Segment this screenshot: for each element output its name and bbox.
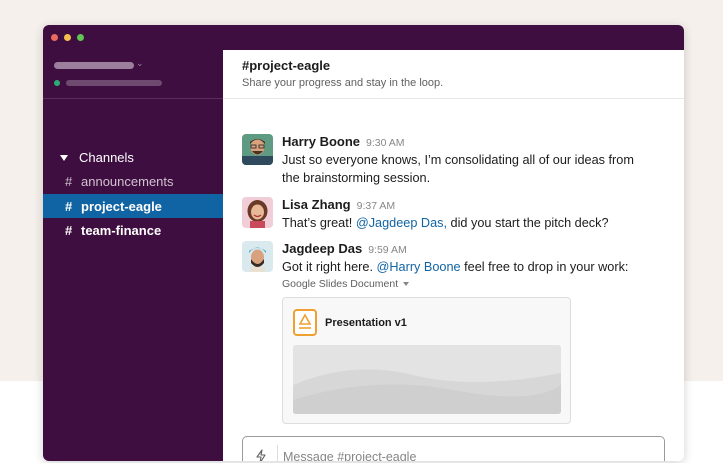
google-slides-icon xyxy=(293,309,317,336)
message-text: That’s great! @Jagdeep Das, did you star… xyxy=(282,214,672,232)
message-meta: Harry Boone 9:30 AM xyxy=(282,134,672,151)
channel-name: announcements xyxy=(81,173,174,189)
hash-icon: # xyxy=(65,222,73,238)
lightning-bolt-icon[interactable] xyxy=(255,449,267,461)
timestamp[interactable]: 9:30 AM xyxy=(366,137,405,149)
message-body: Harry Boone 9:30 AM Just so everyone kno… xyxy=(282,134,672,187)
channel-header: #project-eagle Share your progress and s… xyxy=(223,50,684,99)
sidebar-item-team-finance[interactable]: # team-finance xyxy=(43,218,223,242)
avatar[interactable] xyxy=(242,241,273,272)
window-titlebar xyxy=(43,25,684,50)
channel-title[interactable]: #project-eagle xyxy=(242,58,330,73)
composer-divider xyxy=(277,445,278,461)
channels-section-header[interactable]: Channels xyxy=(60,150,134,165)
workspace-header[interactable]: ⌄ xyxy=(43,50,223,99)
slack-window: ⌄ Channels # announcements # project-eag… xyxy=(43,25,684,461)
hash-icon: # xyxy=(65,198,73,214)
message-text: Just so everyone knows, I’m consolidatin… xyxy=(282,151,672,187)
chevron-down-icon[interactable]: ⌄ xyxy=(136,58,144,69)
channel-name: project-eagle xyxy=(81,198,162,214)
workspace-name-placeholder xyxy=(54,62,134,69)
attachment-label[interactable]: Google Slides Document xyxy=(282,278,672,290)
timestamp[interactable]: 9:37 AM xyxy=(357,200,396,212)
author-name[interactable]: Harry Boone xyxy=(282,134,360,149)
channel-topic: Share your progress and stay in the loop… xyxy=(242,77,444,89)
message-line: the brainstorming session. xyxy=(282,171,431,185)
message-text-before: That’s great! xyxy=(282,216,356,230)
hash-icon: # xyxy=(65,173,73,189)
author-name[interactable]: Lisa Zhang xyxy=(282,197,351,212)
message-composer[interactable] xyxy=(242,436,665,461)
message-text-before: Got it right here. xyxy=(282,260,377,274)
close-window-icon[interactable] xyxy=(51,34,58,41)
avatar[interactable] xyxy=(242,134,273,165)
maximize-window-icon[interactable] xyxy=(77,34,84,41)
user-name-placeholder xyxy=(66,80,162,86)
message-line: Just so everyone knows, I’m consolidatin… xyxy=(282,153,634,167)
sidebar: ⌄ Channels # announcements # project-eag… xyxy=(43,50,223,461)
message-body: Lisa Zhang 9:37 AM That’s great! @Jagdee… xyxy=(282,197,672,232)
channel-name: team-finance xyxy=(81,222,162,238)
user-mention[interactable]: @Harry Boone xyxy=(377,260,461,274)
author-name[interactable]: Jagdeep Das xyxy=(282,241,362,256)
attachment-preview[interactable] xyxy=(293,345,561,414)
message-text: Got it right here. @Harry Boone feel fre… xyxy=(282,258,672,276)
minimize-window-icon[interactable] xyxy=(64,34,71,41)
message-text-after: did you start the pitch deck? xyxy=(447,216,609,230)
avatar[interactable] xyxy=(242,197,273,228)
attachment-card[interactable]: Presentation v1 xyxy=(282,297,571,424)
caret-down-icon[interactable] xyxy=(60,154,68,161)
timestamp[interactable]: 9:59 AM xyxy=(368,244,407,256)
caret-down-icon[interactable] xyxy=(403,282,410,286)
user-mention[interactable]: @Jagdeep Das, xyxy=(356,216,447,230)
message-meta: Lisa Zhang 9:37 AM xyxy=(282,197,672,214)
sidebar-item-announcements[interactable]: # announcements xyxy=(43,169,223,193)
message-text-after: feel free to drop in your work: xyxy=(460,260,629,274)
sidebar-item-project-eagle[interactable]: # project-eagle xyxy=(43,194,223,218)
message-body: Jagdeep Das 9:59 AM Got it right here. @… xyxy=(282,241,672,290)
message-input[interactable] xyxy=(283,447,653,461)
message-meta: Jagdeep Das 9:59 AM xyxy=(282,241,672,258)
channel-view: #project-eagle Share your progress and s… xyxy=(223,50,684,461)
channels-section-label: Channels xyxy=(79,150,134,165)
attachment-title[interactable]: Presentation v1 xyxy=(325,317,407,329)
presence-icon xyxy=(54,80,60,86)
attachment-label-text: Google Slides Document xyxy=(282,278,399,290)
